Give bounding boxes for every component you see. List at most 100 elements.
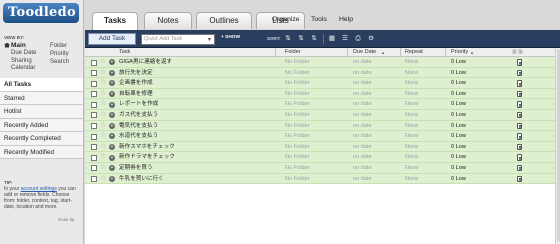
viewby-priority[interactable]: Priority bbox=[50, 51, 69, 59]
task-title[interactable]: 牛乳を買いに行く bbox=[119, 174, 164, 184]
task-due-date[interactable]: no date bbox=[353, 89, 372, 99]
note-icon[interactable] bbox=[517, 143, 522, 151]
subtask-expand-icon[interactable]: + bbox=[109, 112, 115, 119]
complete-checkbox[interactable] bbox=[91, 133, 97, 140]
task-due-date[interactable]: no date bbox=[353, 163, 372, 173]
column-options-icon[interactable]: ▥ ▥ bbox=[512, 48, 523, 57]
complete-checkbox[interactable] bbox=[91, 80, 97, 87]
subtask-expand-icon[interactable]: + bbox=[109, 175, 115, 182]
task-folder[interactable]: No Folder bbox=[285, 121, 310, 131]
viewby-search[interactable]: Search bbox=[50, 59, 69, 67]
task-title[interactable]: 自転車を修理 bbox=[119, 89, 153, 99]
subtask-expand-icon[interactable]: + bbox=[109, 59, 115, 66]
task-folder[interactable]: No Folder bbox=[285, 78, 310, 88]
vertical-scrollbar[interactable] bbox=[555, 48, 560, 244]
star-icon[interactable]: ☆ bbox=[100, 152, 106, 162]
task-title[interactable]: レポートを作成 bbox=[119, 99, 158, 109]
task-folder[interactable]: No Folder bbox=[285, 152, 310, 162]
task-repeat[interactable]: None bbox=[405, 121, 418, 131]
sort-second-icon[interactable]: ⇅ bbox=[296, 34, 306, 43]
quick-add-input[interactable]: Quick Add Task ▼ bbox=[141, 33, 215, 45]
task-title[interactable]: 定期券を買う bbox=[119, 163, 153, 173]
filter-recently-completed[interactable]: Recently Completed bbox=[0, 132, 83, 146]
task-priority[interactable]: 0 Low bbox=[451, 131, 466, 141]
viewby-calendar[interactable]: Calendar bbox=[4, 65, 36, 73]
table-row[interactable]: ☆ + 電気代を支払う No Folder no date None 0 Low bbox=[85, 120, 555, 132]
col-due-date[interactable]: Due Date bbox=[353, 48, 376, 57]
add-task-button[interactable]: Add Task bbox=[88, 33, 136, 45]
task-title[interactable]: GIGA男に連絡を返す bbox=[119, 57, 172, 67]
tab-notes[interactable]: Notes bbox=[144, 12, 192, 29]
task-folder[interactable]: No Folder bbox=[285, 163, 310, 173]
star-icon[interactable]: ☆ bbox=[100, 57, 106, 67]
subtask-expand-icon[interactable]: + bbox=[109, 154, 115, 161]
task-priority[interactable]: 0 Low bbox=[451, 99, 466, 109]
task-priority[interactable]: 0 Low bbox=[451, 152, 466, 162]
table-row[interactable]: ☆ + 企画書を作成 No Folder no date None 0 Low bbox=[85, 78, 555, 89]
grid-view-icon[interactable]: ▦ bbox=[327, 34, 337, 43]
list-view-icon[interactable]: ☰ bbox=[340, 34, 350, 43]
task-priority[interactable]: 0 Low bbox=[451, 68, 466, 78]
task-repeat[interactable]: None bbox=[405, 99, 418, 109]
task-folder[interactable]: No Folder bbox=[285, 174, 310, 184]
filter-starred[interactable]: Starred bbox=[0, 91, 83, 105]
note-icon[interactable] bbox=[517, 133, 522, 140]
task-folder[interactable]: No Folder bbox=[285, 131, 310, 141]
task-due-date[interactable]: no date bbox=[353, 57, 372, 67]
star-icon[interactable]: ☆ bbox=[100, 163, 106, 173]
task-due-date[interactable]: no date bbox=[353, 99, 372, 109]
task-folder[interactable]: No Folder bbox=[285, 142, 310, 152]
task-due-date[interactable]: no date bbox=[353, 110, 372, 120]
tab-tasks[interactable]: Tasks bbox=[92, 12, 138, 31]
task-title[interactable]: 電気代を支払う bbox=[119, 121, 158, 131]
sort-first-icon[interactable]: ⇅ bbox=[283, 34, 293, 43]
task-due-date[interactable]: no date bbox=[353, 152, 372, 162]
menu-help[interactable]: Help bbox=[339, 16, 353, 23]
star-icon[interactable]: ☆ bbox=[100, 89, 106, 99]
task-folder[interactable]: No Folder bbox=[285, 89, 310, 99]
note-icon[interactable] bbox=[517, 69, 522, 77]
task-title[interactable]: 新作スマホをチェック bbox=[119, 142, 175, 152]
menu-tools[interactable]: Tools bbox=[311, 16, 327, 23]
task-priority[interactable]: 0 Low bbox=[451, 121, 466, 131]
star-icon[interactable]: ☆ bbox=[100, 121, 106, 131]
task-repeat[interactable]: None bbox=[405, 68, 418, 78]
subtask-expand-icon[interactable]: + bbox=[109, 144, 115, 151]
task-priority[interactable]: 0 Low bbox=[451, 142, 466, 152]
task-title[interactable]: 新作ドラマをチェック bbox=[119, 152, 175, 162]
show-button[interactable]: + SHOW bbox=[221, 35, 240, 40]
filter-recently-added[interactable]: Recently Added bbox=[0, 118, 83, 132]
task-title[interactable]: 企画書を作成 bbox=[119, 78, 153, 88]
subtask-expand-icon[interactable]: + bbox=[109, 69, 115, 76]
complete-checkbox[interactable] bbox=[91, 91, 97, 98]
col-priority[interactable]: Priority bbox=[451, 48, 468, 57]
task-folder[interactable]: No Folder bbox=[285, 68, 310, 78]
task-due-date[interactable]: no date bbox=[353, 68, 372, 78]
task-due-date[interactable]: no date bbox=[353, 121, 372, 131]
task-repeat[interactable]: None bbox=[405, 142, 418, 152]
note-icon[interactable] bbox=[517, 111, 522, 119]
table-row[interactable]: ☆ + レポートを作成 No Folder no date None 0 Low bbox=[85, 99, 555, 110]
subtask-expand-icon[interactable]: + bbox=[109, 133, 115, 140]
table-row[interactable]: ☆ + 新作ドラマをチェック No Folder no date None 0 Low bbox=[85, 152, 555, 163]
star-icon[interactable]: ☆ bbox=[100, 110, 106, 120]
note-icon[interactable] bbox=[517, 80, 522, 87]
close-tip-link[interactable]: close tip bbox=[58, 217, 75, 222]
star-icon[interactable]: ☆ bbox=[100, 78, 106, 88]
task-priority[interactable]: 0 Low bbox=[451, 174, 466, 184]
note-icon[interactable] bbox=[517, 175, 522, 183]
subtask-expand-icon[interactable]: + bbox=[109, 91, 115, 98]
task-folder[interactable]: No Folder bbox=[285, 99, 310, 109]
filter-recently-modified[interactable]: Recently Modified bbox=[0, 145, 83, 159]
viewby-due-date[interactable]: Due Date bbox=[4, 50, 36, 58]
task-priority[interactable]: 0 Low bbox=[451, 110, 466, 120]
table-row[interactable]: ☆ + GIGA男に連絡を返す No Folder no date None 0 Low bbox=[85, 57, 555, 68]
star-icon[interactable]: ☆ bbox=[100, 174, 106, 184]
note-icon[interactable] bbox=[517, 90, 522, 98]
complete-checkbox[interactable] bbox=[91, 101, 97, 108]
note-icon[interactable] bbox=[517, 154, 522, 161]
table-row[interactable]: ☆ + ガス代を支払う No Folder no date None 0 Low bbox=[85, 109, 555, 121]
sort-third-icon[interactable]: ⇅ bbox=[309, 34, 319, 43]
task-folder[interactable]: No Folder bbox=[285, 110, 310, 120]
dropdown-arrow-icon[interactable]: ▼ bbox=[207, 36, 212, 45]
